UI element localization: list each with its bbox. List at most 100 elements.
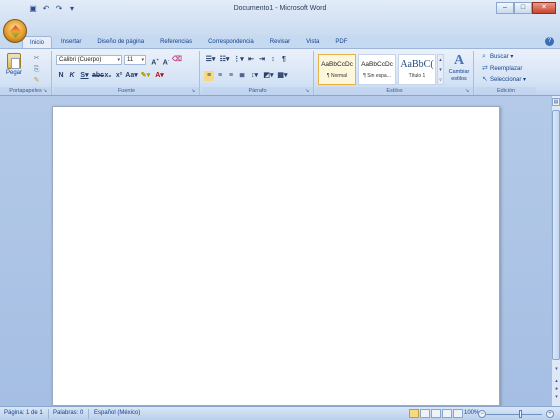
- style-normal[interactable]: AaBbCcDc ¶ Normal: [318, 54, 356, 85]
- change-case-icon[interactable]: Aa▾: [125, 71, 138, 81]
- document-page[interactable]: [52, 106, 500, 406]
- clipboard-group: Pegar ✂ ⎘ ✎ Portapapeles ↘: [0, 51, 52, 95]
- align-right-icon[interactable]: ≡: [226, 71, 236, 81]
- styles-gallery-scroll[interactable]: ▴ ▾ ▿: [437, 54, 444, 85]
- help-icon[interactable]: ?: [545, 37, 554, 46]
- format-painter-icon[interactable]: ✎: [32, 76, 41, 85]
- change-styles-label: Cambiar estilos: [448, 69, 470, 82]
- scroll-down-icon[interactable]: ▾: [553, 366, 560, 372]
- status-divider: [88, 409, 89, 419]
- word-count[interactable]: Palabras: 0: [53, 410, 83, 416]
- outline-view-icon[interactable]: [442, 409, 452, 418]
- style-no-spacing[interactable]: AaBbCcDc ¶ Sin espa...: [358, 54, 396, 85]
- zoom-out-icon[interactable]: −: [478, 410, 486, 418]
- find-button[interactable]: ⌕ Buscar ▾: [482, 53, 513, 61]
- subscript-icon[interactable]: x₂: [103, 71, 113, 81]
- strikethrough-icon[interactable]: abc: [92, 71, 104, 81]
- page-count[interactable]: Página: 1 de 1: [4, 410, 43, 416]
- font-color-icon[interactable]: A▾: [153, 71, 166, 81]
- ribbon: Pegar ✂ ⎘ ✎ Portapapeles ↘ Calibri (Cuer…: [0, 48, 560, 96]
- chevron-down-icon: ▾: [141, 57, 144, 63]
- shrink-font-icon[interactable]: A-: [161, 55, 171, 66]
- bullets-icon[interactable]: ☰▾: [204, 55, 217, 65]
- superscript-icon[interactable]: x²: [114, 71, 124, 81]
- maximize-icon[interactable]: □: [514, 2, 532, 14]
- web-layout-icon[interactable]: [431, 409, 441, 418]
- grow-font-icon[interactable]: A+: [150, 55, 160, 66]
- font-name-value: Calibri (Cuerpo): [59, 57, 102, 63]
- multilevel-list-icon[interactable]: ⋮▾: [232, 55, 245, 65]
- zoom-slider-thumb[interactable]: [519, 410, 522, 418]
- paragraph-launcher-icon[interactable]: ↘: [305, 88, 311, 94]
- paragraph-group: ☰▾ ☷▾ ⋮▾ ⇤ ⇥ ↕ ¶ ≡ ≡ ≡ ≣ ↕▾ ◩▾ ▦▾ Párraf…: [202, 51, 314, 95]
- tab-referencias[interactable]: Referencias: [153, 36, 199, 48]
- clipboard-launcher-icon[interactable]: ↘: [43, 88, 49, 94]
- find-label: Buscar: [490, 54, 509, 60]
- bold-icon[interactable]: N: [56, 71, 66, 81]
- paste-icon: [7, 53, 21, 69]
- window-controls: – □ ✕: [496, 2, 556, 14]
- change-styles-icon: A: [453, 53, 465, 68]
- clear-format-icon[interactable]: ⌫: [172, 55, 182, 65]
- draft-view-icon[interactable]: [453, 409, 463, 418]
- browse-object-icon[interactable]: ●: [553, 386, 560, 392]
- previous-page-icon[interactable]: ▴: [553, 378, 560, 384]
- status-divider: [48, 409, 49, 419]
- tab-correspondencia[interactable]: Correspondencia: [201, 36, 261, 48]
- font-name-select[interactable]: Calibri (Cuerpo) ▾: [56, 55, 122, 65]
- decrease-indent-icon[interactable]: ⇤: [246, 55, 256, 65]
- copy-icon[interactable]: ⎘: [32, 65, 41, 74]
- tab-pdf[interactable]: PDF: [328, 36, 354, 48]
- tab-vista[interactable]: Vista: [299, 36, 326, 48]
- paste-label: Pegar: [5, 70, 22, 76]
- font-group-label: Fuente: [54, 87, 199, 95]
- styles-launcher-icon[interactable]: ↘: [465, 88, 471, 94]
- tab-insertar[interactable]: Insertar: [54, 36, 88, 48]
- zoom-slider[interactable]: [486, 414, 542, 415]
- font-size-value: 11: [127, 57, 134, 63]
- zoom-in-icon[interactable]: +: [546, 410, 554, 418]
- minimize-icon[interactable]: –: [496, 2, 514, 14]
- font-launcher-icon[interactable]: ↘: [191, 88, 197, 94]
- editing-group: ⌕ Buscar ▾ ⇄ Reemplazar ↖ Seleccionar ▾ Edi…: [476, 51, 536, 95]
- increase-indent-icon[interactable]: ⇥: [257, 55, 267, 65]
- title-bar: ▣ ↶ ↷ ▾ Documento1 - Microsoft Word – □ …: [0, 0, 560, 36]
- ruler-toggle-icon[interactable]: ▤: [552, 98, 560, 106]
- replace-button[interactable]: ⇄ Reemplazar: [482, 64, 522, 72]
- tab-revisar[interactable]: Revisar: [263, 36, 297, 48]
- style-heading-1[interactable]: AaBbC( Título 1: [398, 54, 436, 85]
- show-marks-icon[interactable]: ¶: [279, 55, 289, 65]
- select-button[interactable]: ↖ Seleccionar ▾: [482, 75, 526, 83]
- align-left-icon[interactable]: ≡: [204, 71, 214, 81]
- borders-icon[interactable]: ▦▾: [276, 71, 289, 81]
- underline-icon[interactable]: S▾: [78, 71, 91, 81]
- tab-diseno-de-pagina[interactable]: Diseño de página: [90, 36, 151, 48]
- paragraph-group-label: Párrafo: [202, 87, 313, 95]
- next-page-icon[interactable]: ▾: [553, 394, 560, 400]
- change-styles-button[interactable]: A Cambiar estilos: [446, 53, 472, 83]
- language-indicator[interactable]: Español (México): [94, 410, 140, 416]
- print-layout-icon[interactable]: [409, 409, 419, 418]
- select-icon: ↖: [482, 76, 488, 83]
- line-spacing-icon[interactable]: ↕▾: [248, 71, 261, 81]
- paragraph-align-tools: ≡ ≡ ≡ ≣ ↕▾ ◩▾ ▦▾: [204, 71, 289, 81]
- font-size-select[interactable]: 11 ▾: [124, 55, 146, 65]
- tab-inicio[interactable]: Inicio: [22, 36, 53, 48]
- paste-button[interactable]: Pegar: [5, 53, 23, 76]
- window-title: Documento1 - Microsoft Word: [233, 5, 327, 12]
- office-button[interactable]: [3, 19, 27, 43]
- close-icon[interactable]: ✕: [532, 2, 556, 14]
- align-center-icon[interactable]: ≡: [215, 71, 225, 81]
- view-buttons: [409, 409, 463, 418]
- highlight-icon[interactable]: ✎▾: [139, 71, 152, 81]
- cut-icon[interactable]: ✂: [32, 54, 41, 63]
- justify-icon[interactable]: ≣: [237, 71, 247, 81]
- numbering-icon[interactable]: ☷▾: [218, 55, 231, 65]
- font-group: Calibri (Cuerpo) ▾ 11 ▾ A+ A- ⌫ N K S▾ a…: [54, 51, 200, 95]
- shading-icon[interactable]: ◩▾: [262, 71, 275, 81]
- scroll-thumb[interactable]: [552, 110, 560, 360]
- vertical-scrollbar[interactable]: ▤ ▾ ▴ ● ▾: [551, 96, 560, 406]
- full-screen-reading-icon[interactable]: [420, 409, 430, 418]
- sort-icon[interactable]: ↕: [268, 55, 278, 65]
- italic-icon[interactable]: K: [67, 71, 77, 81]
